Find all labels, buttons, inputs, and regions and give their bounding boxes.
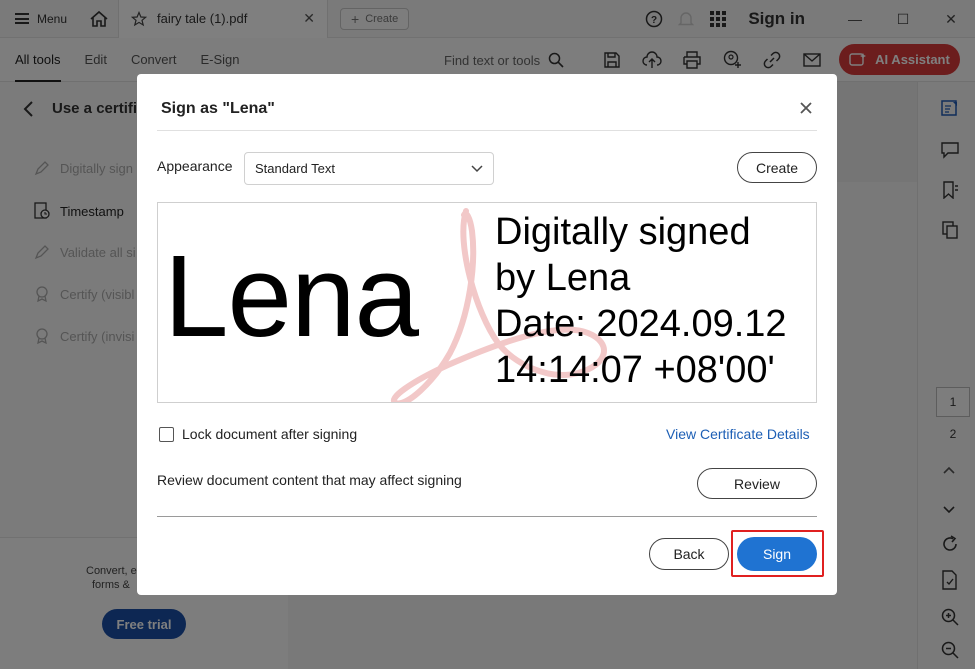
- signature-name: Lena: [164, 231, 419, 361]
- lock-document-label: Lock document after signing: [182, 426, 358, 442]
- view-certificate-details-link[interactable]: View Certificate Details: [666, 426, 810, 442]
- review-button[interactable]: Review: [697, 468, 817, 499]
- close-icon[interactable]: [798, 100, 814, 116]
- sig-line-3: Date: 2024.09.12: [495, 303, 787, 345]
- chevron-down-icon: [471, 164, 483, 172]
- appearance-label: Appearance: [157, 158, 233, 174]
- signature-preview: Lena Digitally signed by Lena Date: 2024…: [157, 202, 817, 403]
- appearance-dropdown[interactable]: Standard Text: [244, 152, 494, 185]
- lock-document-option[interactable]: Lock document after signing: [159, 426, 357, 442]
- footer-divider: [157, 516, 817, 517]
- appearance-value: Standard Text: [255, 161, 335, 176]
- lock-document-checkbox[interactable]: [159, 426, 174, 442]
- review-description: Review document content that may affect …: [157, 472, 462, 488]
- dialog-title: Sign as "Lena": [161, 100, 275, 117]
- create-appearance-button[interactable]: Create: [737, 152, 817, 183]
- signature-details: Digitally signed by Lena Date: 2024.09.1…: [495, 209, 787, 393]
- sign-dialog: Sign as "Lena" Appearance Standard Text …: [137, 74, 837, 595]
- sig-line-1: Digitally signed: [495, 211, 751, 253]
- dialog-divider: [157, 130, 817, 131]
- sign-button[interactable]: Sign: [737, 537, 817, 571]
- back-button[interactable]: Back: [649, 538, 729, 570]
- sig-line-2: by Lena: [495, 257, 631, 299]
- sig-line-4: 14:14:07 +08'00': [495, 349, 775, 391]
